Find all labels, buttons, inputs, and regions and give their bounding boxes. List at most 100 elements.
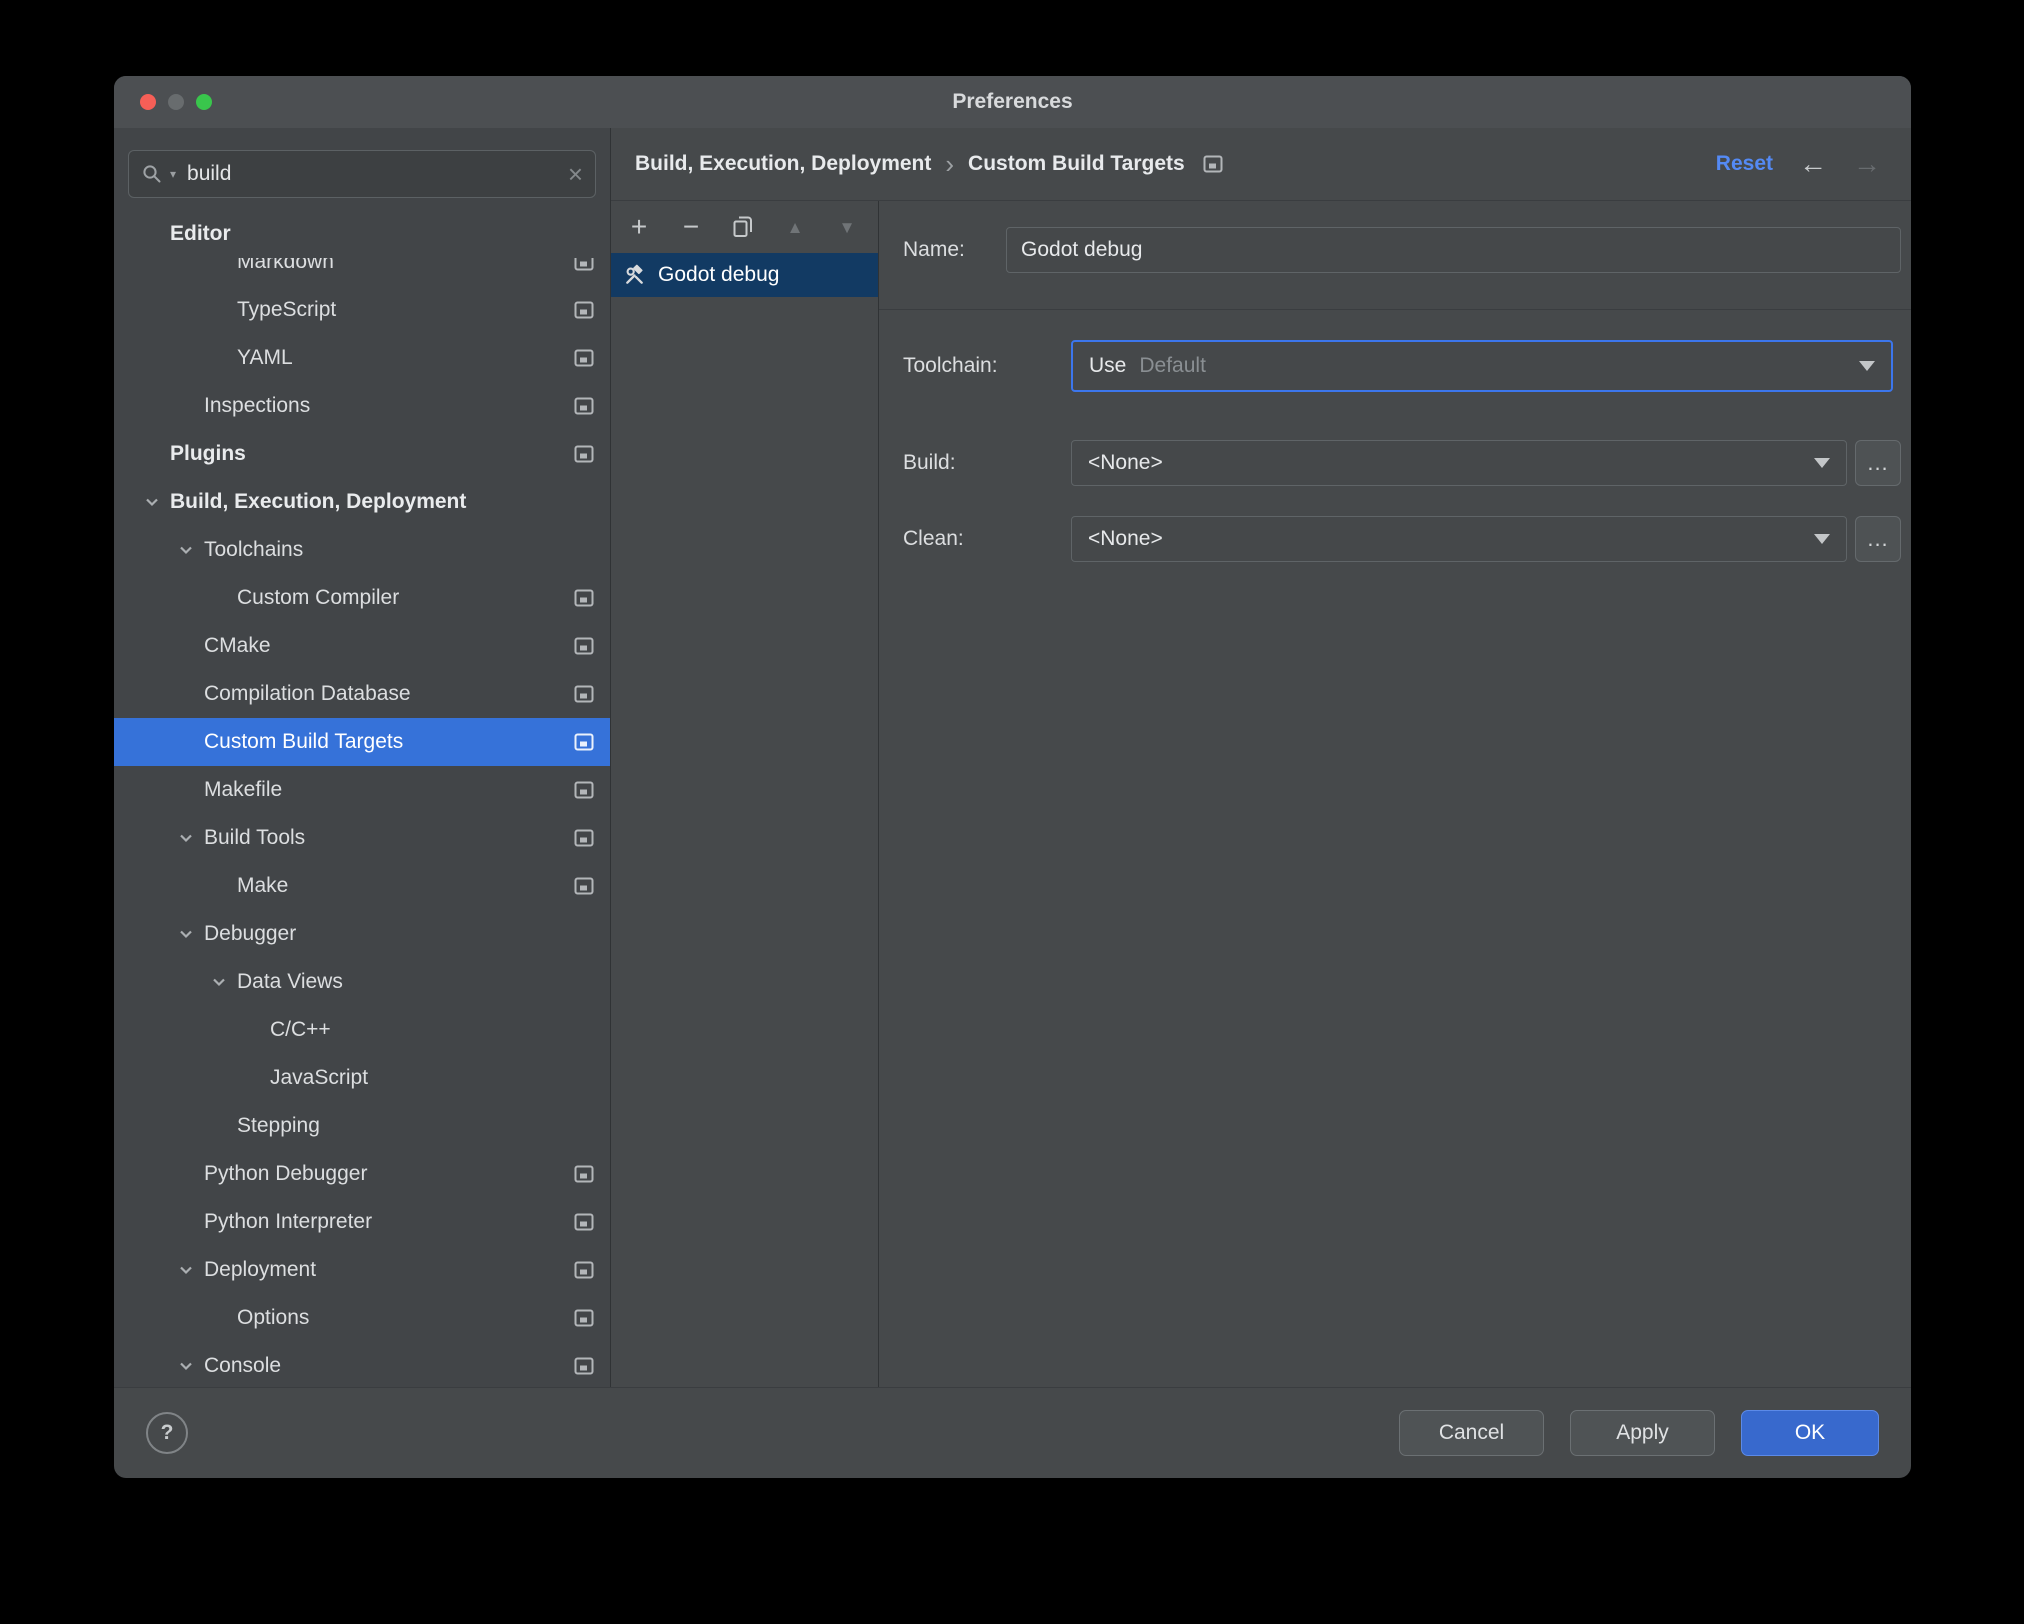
page-settings-icon bbox=[574, 349, 594, 367]
settings-search-input[interactable]: ▾ build × bbox=[128, 150, 596, 198]
toolchain-placeholder: Default bbox=[1139, 354, 1206, 377]
page-settings-icon bbox=[574, 781, 594, 799]
copy-target-icon[interactable] bbox=[731, 215, 755, 239]
breadcrumb-parent[interactable]: Build, Execution, Deployment bbox=[635, 152, 931, 176]
sidebar-item-label: Editor bbox=[170, 222, 231, 245]
chevron-down-icon[interactable] bbox=[1859, 361, 1875, 371]
page-settings-icon bbox=[574, 397, 594, 415]
sidebar-item-label: Data Views bbox=[237, 970, 343, 993]
clean-label: Clean: bbox=[903, 527, 964, 550]
sidebar-item-label: TypeScript bbox=[237, 298, 337, 321]
sidebar-item-label: Build, Execution, Deployment bbox=[170, 490, 467, 513]
sidebar-item-label: Custom Compiler bbox=[237, 586, 400, 609]
window-title: Preferences bbox=[952, 90, 1073, 113]
breadcrumb-bar: Build, Execution, Deployment › Custom Bu… bbox=[611, 128, 1911, 201]
sidebar-item-compilation-database[interactable]: Compilation Database bbox=[114, 670, 610, 718]
chevron-down-icon[interactable] bbox=[176, 1260, 196, 1280]
page-settings-icon bbox=[574, 445, 594, 463]
traffic-lights bbox=[140, 76, 212, 128]
page-settings-icon bbox=[574, 733, 594, 751]
sidebar-item-cmake[interactable]: CMake bbox=[114, 622, 610, 670]
page-settings-icon bbox=[574, 829, 594, 847]
name-label: Name: bbox=[903, 238, 965, 261]
chevron-down-icon[interactable] bbox=[176, 828, 196, 848]
sidebar-item-makefile[interactable]: Makefile bbox=[114, 766, 610, 814]
sidebar-item-typescript[interactable]: TypeScript bbox=[114, 286, 610, 334]
sidebar-item-console[interactable]: Console bbox=[114, 1342, 610, 1387]
page-settings-icon bbox=[574, 301, 594, 319]
search-query-text[interactable]: build bbox=[187, 162, 561, 186]
forward-arrow-button: → bbox=[1853, 148, 1881, 179]
close-window-button[interactable] bbox=[140, 94, 156, 110]
sidebar-item-deployment[interactable]: Deployment bbox=[114, 1246, 610, 1294]
breadcrumb-current: Custom Build Targets bbox=[968, 152, 1185, 175]
build-browse-button[interactable]: ... bbox=[1855, 440, 1901, 486]
toolchain-select[interactable]: Use Default bbox=[1071, 340, 1893, 392]
sidebar-item-build-execution-deployment[interactable]: Build, Execution, Deployment bbox=[114, 478, 610, 526]
clean-select[interactable]: <None> bbox=[1071, 516, 1847, 562]
clean-browse-button[interactable]: ... bbox=[1855, 516, 1901, 562]
zoom-window-button[interactable] bbox=[196, 94, 212, 110]
sidebar-item-editor[interactable]: Editor bbox=[114, 210, 610, 258]
sidebar-item-custom-compiler[interactable]: Custom Compiler bbox=[114, 574, 610, 622]
sidebar-item-label: Console bbox=[204, 1354, 282, 1377]
chevron-down-icon[interactable] bbox=[1814, 458, 1830, 468]
name-input[interactable]: Godot debug bbox=[1006, 227, 1901, 273]
sidebar-item-stepping[interactable]: Stepping bbox=[114, 1102, 610, 1150]
sidebar-item-python-debugger[interactable]: Python Debugger bbox=[114, 1150, 610, 1198]
sidebar-item-label: Python Debugger bbox=[204, 1162, 368, 1185]
move-up-icon: ▲ bbox=[786, 217, 804, 237]
chevron-down-icon[interactable] bbox=[176, 924, 196, 944]
sidebar-item-label: Make bbox=[237, 874, 289, 897]
sidebar-item-label: Toolchains bbox=[204, 538, 304, 561]
add-target-icon[interactable]: + bbox=[627, 213, 651, 241]
sidebar-item-label: Makefile bbox=[204, 778, 283, 801]
toolchain-label: Toolchain: bbox=[903, 354, 998, 377]
page-settings-icon bbox=[574, 1165, 594, 1183]
sidebar-item-make[interactable]: Make bbox=[114, 862, 610, 910]
sidebar-item-c-c[interactable]: C/C++ bbox=[114, 1006, 610, 1054]
build-label: Build: bbox=[903, 451, 956, 474]
sidebar-item-plugins[interactable]: Plugins bbox=[114, 430, 610, 478]
titlebar[interactable]: Preferences bbox=[114, 76, 1911, 128]
chevron-down-icon[interactable] bbox=[176, 540, 196, 560]
sidebar-item-options[interactable]: Options bbox=[114, 1294, 610, 1342]
chevron-down-icon[interactable] bbox=[176, 1356, 196, 1376]
sidebar-item-custom-build-targets[interactable]: Custom Build Targets bbox=[114, 718, 610, 766]
cancel-button[interactable]: Cancel bbox=[1399, 1410, 1544, 1456]
sidebar-item-data-views[interactable]: Data Views bbox=[114, 958, 610, 1006]
build-select[interactable]: <None> bbox=[1071, 440, 1847, 486]
page-settings-icon bbox=[574, 1357, 594, 1375]
remove-target-icon[interactable]: − bbox=[679, 213, 703, 241]
ok-button[interactable]: OK bbox=[1741, 1410, 1879, 1456]
form-divider bbox=[879, 309, 1911, 310]
chevron-down-icon[interactable] bbox=[1814, 534, 1830, 544]
back-arrow-button[interactable]: ← bbox=[1799, 150, 1827, 178]
move-down-icon: ▼ bbox=[838, 217, 856, 237]
sidebar-item-label: C/C++ bbox=[270, 1018, 331, 1041]
sidebar-item-inspections[interactable]: Inspections bbox=[114, 382, 610, 430]
clear-search-icon[interactable]: × bbox=[568, 161, 583, 187]
sidebar-item-javascript[interactable]: JavaScript bbox=[114, 1054, 610, 1102]
chevron-down-icon[interactable] bbox=[142, 492, 162, 512]
page-settings-icon bbox=[574, 685, 594, 703]
sidebar-item-label: Plugins bbox=[170, 442, 246, 465]
sidebar-item-label: Inspections bbox=[204, 394, 311, 417]
sidebar-item-toolchains[interactable]: Toolchains bbox=[114, 526, 610, 574]
sidebar-item-python-interpreter[interactable]: Python Interpreter bbox=[114, 1198, 610, 1246]
page-settings-icon bbox=[574, 877, 594, 895]
toolchain-value: Use bbox=[1089, 354, 1127, 377]
search-history-caret-icon[interactable]: ▾ bbox=[170, 167, 176, 181]
sidebar-item-build-tools[interactable]: Build Tools bbox=[114, 814, 610, 862]
chevron-down-icon[interactable] bbox=[209, 972, 229, 992]
clean-value: <None> bbox=[1088, 527, 1163, 550]
help-button[interactable]: ? bbox=[146, 1412, 188, 1454]
reset-link[interactable]: Reset bbox=[1716, 152, 1773, 176]
sidebar-item-label: YAML bbox=[237, 346, 293, 369]
apply-button[interactable]: Apply bbox=[1570, 1410, 1715, 1456]
build-target-item-godot-debug[interactable]: Godot debug bbox=[611, 253, 878, 297]
hammer-wrench-icon bbox=[623, 264, 646, 287]
sidebar-item-yaml[interactable]: YAML bbox=[114, 334, 610, 382]
sidebar-item-label: JavaScript bbox=[270, 1066, 369, 1089]
sidebar-item-debugger[interactable]: Debugger bbox=[114, 910, 610, 958]
